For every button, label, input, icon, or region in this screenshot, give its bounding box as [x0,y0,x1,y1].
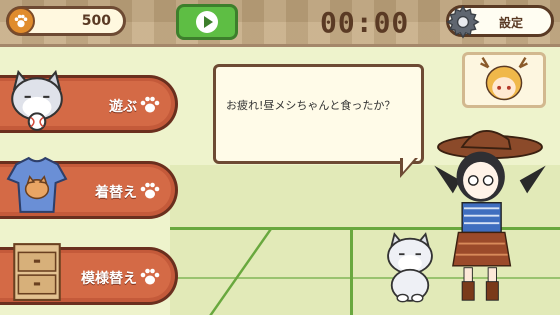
paw-icon [140,268,160,285]
companion-portrait-button[interactable] [462,52,546,108]
settings-button[interactable]: 設定 [446,5,554,39]
settings-label: 設定 [499,16,524,30]
paw-coin-icon [7,7,35,35]
cat-face-with-ball-icon [11,70,63,131]
speech-bubble[interactable]: お疲れ!昼メシちゃんと食ったか？ [213,64,424,164]
gear-icon [446,5,480,39]
play-button[interactable] [176,4,238,40]
paw-icon [140,96,160,113]
timer-display: 00:00 [320,6,410,39]
paw-icon [140,182,160,199]
menu-label-play: 遊ぶ [109,99,137,115]
coin-counter: 500 [6,6,126,36]
character-girl[interactable] [425,112,555,312]
white-cat-sprite[interactable] [378,228,442,306]
redecorate-menu-button[interactable]: 模様替え [0,243,178,305]
companion-portrait-icon [480,56,528,101]
play-icon [196,11,218,33]
menu-label-dress-up: 着替え [95,185,137,201]
dress-up-menu-button[interactable]: 着替え [0,156,178,219]
speech-bubble-tail-fill [403,158,415,172]
menu-label-redecorate: 模様替え [81,271,137,287]
coin-value: 500 [81,13,111,29]
dialog-text: お疲れ!昼メシちゃんと食ったか？ [226,99,396,112]
play-menu-button[interactable]: 遊ぶ [0,70,178,133]
tshirt-icon [6,156,68,213]
drawer-cabinet-icon [13,243,61,301]
